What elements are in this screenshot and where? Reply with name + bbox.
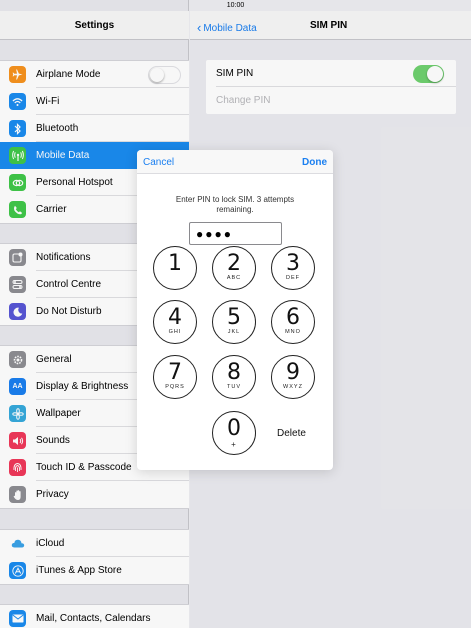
key-digit: 8 (227, 360, 241, 385)
key-letters: PQRS (165, 384, 185, 390)
keypad-key-8[interactable]: 8 TUV (212, 355, 256, 399)
key-letters: TUV (227, 384, 241, 390)
key-digit: 9 (286, 360, 300, 385)
keypad-key-0[interactable]: 0 + (212, 411, 256, 455)
keypad-key-5[interactable]: 5 JKL (212, 300, 256, 344)
pin-prompt: Enter PIN to lock SIM. 3 attempts remain… (175, 195, 295, 214)
key-letters: GHI (168, 329, 182, 335)
keypad-key-3[interactable]: 3 DEF (271, 246, 315, 290)
key-letters: + (231, 440, 237, 449)
pin-input[interactable]: ●●●● (189, 222, 282, 245)
key-digit: 6 (286, 305, 300, 330)
pin-entry-dialog: Cancel Done Enter PIN to lock SIM. 3 att… (137, 150, 333, 470)
key-digit: 7 (168, 360, 182, 385)
key-letters: ABC (226, 275, 242, 281)
keypad-key-2[interactable]: 2 ABC (212, 246, 256, 290)
keypad-key-9[interactable]: 9 WXYZ (271, 355, 315, 399)
keypad-key-1[interactable]: 1 (153, 246, 197, 290)
key-digit: 1 (168, 251, 182, 276)
keypad-key-7[interactable]: 7 PQRS (153, 355, 197, 399)
key-digit: 0 (227, 416, 241, 441)
key-letters: MNO (285, 329, 301, 335)
cancel-button[interactable]: Cancel (143, 157, 174, 168)
key-digit: 4 (168, 305, 182, 330)
key-letters: JKL (227, 329, 241, 335)
pin-dialog-toolbar: Cancel Done (137, 150, 333, 174)
key-digit: 5 (227, 305, 241, 330)
keypad-key-4[interactable]: 4 GHI (153, 300, 197, 344)
key-digit: 2 (227, 251, 241, 276)
done-button[interactable]: Done (302, 157, 327, 168)
key-digit: 3 (286, 251, 300, 276)
delete-button[interactable]: Delete (277, 428, 306, 439)
keypad-key-6[interactable]: 6 MNO (271, 300, 315, 344)
key-letters: WXYZ (283, 384, 303, 390)
key-letters: DEF (286, 275, 300, 281)
